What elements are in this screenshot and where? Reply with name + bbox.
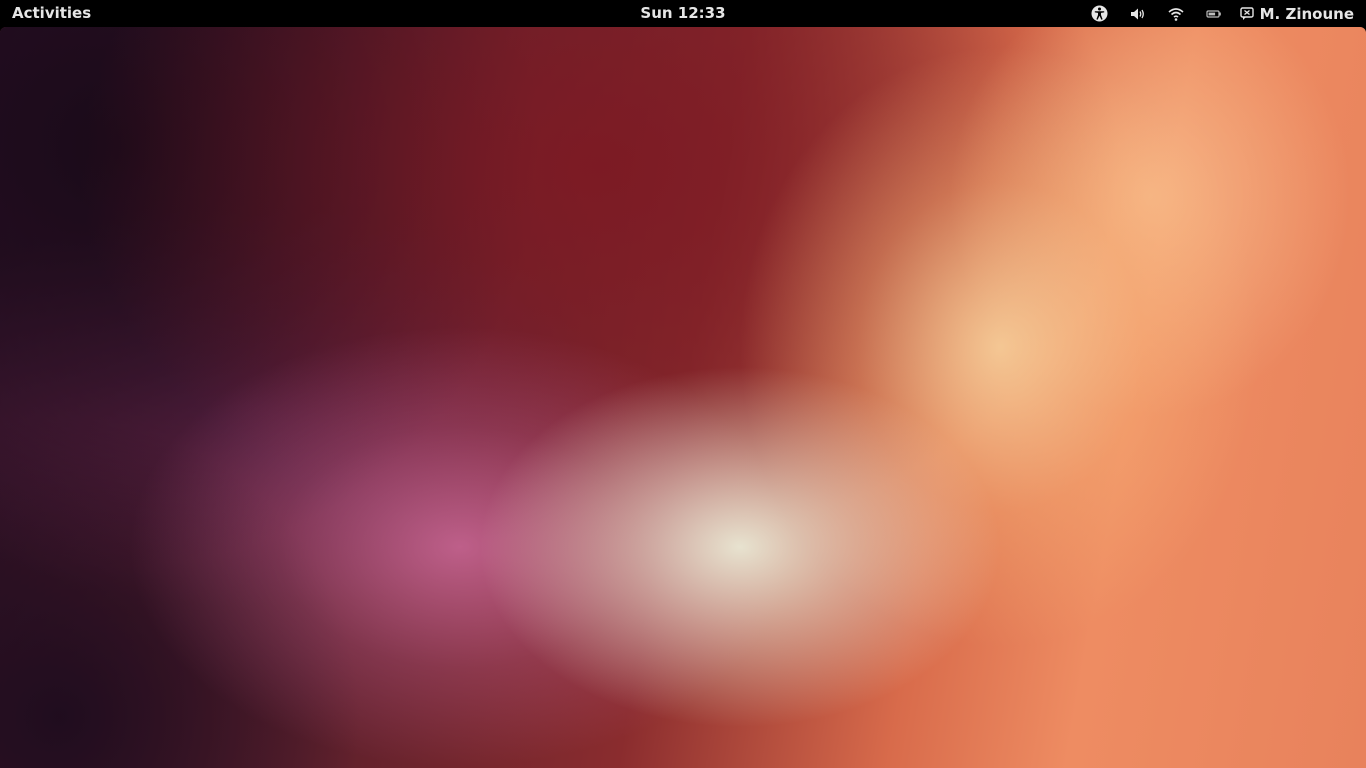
top-bar: Activities Sun 12:33 M. Zinoune xyxy=(0,0,1366,27)
accessibility-icon[interactable] xyxy=(1091,0,1108,27)
activities-button[interactable]: Activities xyxy=(12,4,91,22)
clock-button[interactable]: Sun 12:33 xyxy=(640,4,725,22)
user-menu[interactable]: M. Zinoune xyxy=(1239,0,1354,27)
desktop[interactable] xyxy=(0,27,1366,768)
volume-icon[interactable] xyxy=(1130,0,1146,27)
user-name: M. Zinoune xyxy=(1259,4,1354,23)
wallpaper xyxy=(0,27,1366,768)
chat-status-icon xyxy=(1239,6,1254,20)
battery-icon[interactable] xyxy=(1206,0,1222,27)
wifi-icon[interactable] xyxy=(1168,0,1184,27)
system-tray: M. Zinoune xyxy=(1091,0,1354,27)
screen: Activities Sun 12:33 M. Zinoune xyxy=(0,0,1366,768)
